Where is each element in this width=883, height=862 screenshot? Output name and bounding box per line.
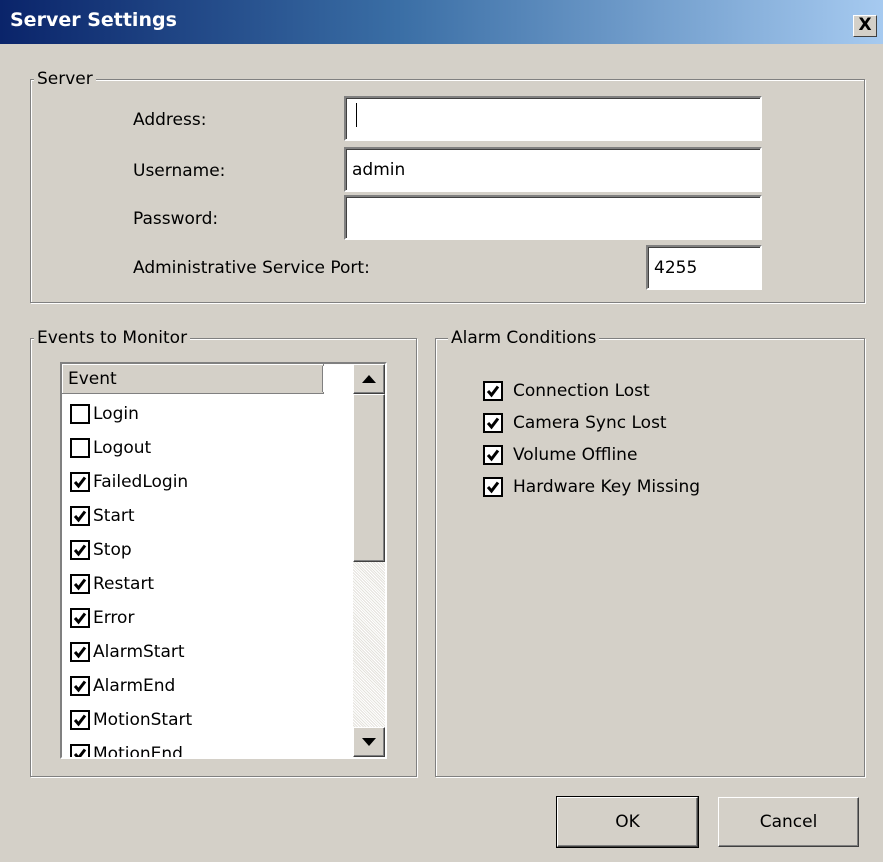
- alarm-checkbox[interactable]: [483, 477, 503, 497]
- event-label: MotionEnd: [93, 744, 183, 759]
- event-checkbox[interactable]: [70, 608, 90, 628]
- event-list-item[interactable]: FailedLogin: [66, 465, 346, 499]
- title-bar: Server Settings X: [0, 0, 883, 44]
- event-column-header-label: Event: [68, 369, 117, 389]
- alarm-checkbox[interactable]: [483, 413, 503, 433]
- event-list-item[interactable]: Stop: [66, 533, 346, 567]
- port-input[interactable]: [646, 245, 762, 290]
- checkmark-icon: [73, 544, 87, 557]
- events-scrollbar[interactable]: [353, 364, 385, 757]
- cancel-button[interactable]: Cancel: [718, 797, 859, 847]
- column-separator[interactable]: [322, 366, 324, 392]
- alarm-checkbox[interactable]: [483, 445, 503, 465]
- event-checkbox[interactable]: [70, 438, 90, 458]
- event-label: Restart: [93, 574, 155, 594]
- alarm-label: Connection Lost: [513, 381, 650, 401]
- event-label: Start: [93, 506, 135, 526]
- scroll-up-button[interactable]: [353, 364, 385, 394]
- event-list-item[interactable]: Restart: [66, 567, 346, 601]
- alarm-group-legend: Alarm Conditions: [448, 328, 600, 348]
- checkmark-icon: [486, 481, 500, 494]
- checkmark-icon: [73, 714, 87, 727]
- alarm-label: Hardware Key Missing: [513, 477, 701, 497]
- username-input[interactable]: [344, 147, 762, 192]
- scrollbar-thumb[interactable]: [353, 394, 385, 562]
- events-listbox[interactable]: Event Login Logout FailedLogin Start Stop Res…: [60, 362, 387, 759]
- checkmark-icon: [486, 385, 500, 398]
- event-list-item[interactable]: Start: [66, 499, 346, 533]
- alarm-checkbox[interactable]: [483, 381, 503, 401]
- checkmark-icon: [73, 476, 87, 489]
- events-group-legend: Events to Monitor: [34, 328, 191, 348]
- checkmark-icon: [73, 748, 87, 757]
- checkmark-icon: [73, 680, 87, 693]
- event-checkbox[interactable]: [70, 506, 90, 526]
- event-checkbox[interactable]: [70, 404, 90, 424]
- event-checkbox[interactable]: [70, 574, 90, 594]
- event-checkbox[interactable]: [70, 744, 90, 757]
- event-label: Stop: [93, 540, 132, 560]
- arrow-down-icon: [362, 738, 376, 746]
- alarm-condition-item[interactable]: Hardware Key Missing: [483, 472, 700, 502]
- event-label: MotionStart: [93, 710, 193, 730]
- event-list-item[interactable]: MotionEnd: [66, 737, 346, 759]
- event-label: AlarmStart: [93, 642, 185, 662]
- event-rows: Login Logout FailedLogin Start Stop Restart Er…: [66, 397, 346, 759]
- address-label: Address:: [133, 110, 207, 130]
- password-input[interactable]: [344, 195, 762, 240]
- event-list-item[interactable]: MotionStart: [66, 703, 346, 737]
- event-column-header[interactable]: Event: [62, 364, 324, 394]
- event-list-item[interactable]: AlarmStart: [66, 635, 346, 669]
- event-list-item[interactable]: Error: [66, 601, 346, 635]
- event-checkbox[interactable]: [70, 642, 90, 662]
- alarm-label: Camera Sync Lost: [513, 413, 667, 433]
- event-label: Login: [93, 404, 139, 424]
- event-checkbox[interactable]: [70, 540, 90, 560]
- password-label: Password:: [133, 209, 219, 229]
- alarm-condition-item[interactable]: Volume Offline: [483, 440, 637, 470]
- event-label: AlarmEnd: [93, 676, 176, 696]
- window-title: Server Settings: [10, 9, 177, 31]
- event-checkbox[interactable]: [70, 710, 90, 730]
- event-list-item[interactable]: AlarmEnd: [66, 669, 346, 703]
- checkmark-icon: [486, 417, 500, 430]
- alarm-label: Volume Offline: [513, 445, 638, 465]
- checkmark-icon: [73, 578, 87, 591]
- event-checkbox[interactable]: [70, 676, 90, 696]
- arrow-up-icon: [362, 375, 376, 383]
- event-label: Error: [93, 608, 135, 628]
- checkmark-icon: [486, 449, 500, 462]
- text-caret: [356, 103, 357, 127]
- username-label: Username:: [133, 161, 226, 181]
- event-list-item[interactable]: Login: [66, 397, 346, 431]
- event-checkbox[interactable]: [70, 472, 90, 492]
- event-list-item[interactable]: Logout: [66, 431, 346, 465]
- alarm-condition-item[interactable]: Camera Sync Lost: [483, 408, 667, 438]
- event-label: FailedLogin: [93, 472, 189, 492]
- address-input[interactable]: [344, 96, 762, 141]
- port-label: Administrative Service Port:: [133, 258, 370, 278]
- alarm-condition-item[interactable]: Connection Lost: [483, 376, 650, 406]
- checkmark-icon: [73, 612, 87, 625]
- ok-button[interactable]: OK: [556, 796, 699, 848]
- close-button[interactable]: X: [853, 15, 877, 37]
- server-group-legend: Server: [34, 69, 96, 89]
- scroll-down-button[interactable]: [353, 727, 385, 757]
- event-label: Logout: [93, 438, 152, 458]
- checkmark-icon: [73, 646, 87, 659]
- checkmark-icon: [73, 510, 87, 523]
